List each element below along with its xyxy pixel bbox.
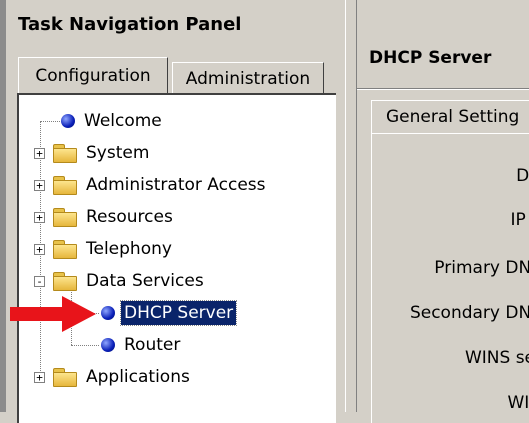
tree-item-label: Data Services [86,271,204,291]
expand-icon[interactable]: + [34,211,45,223]
folder-icon [53,144,77,163]
tab-label: General Setting [386,107,520,127]
tree-connector [40,121,62,122]
tree-item-resources[interactable]: + Resources [34,205,176,229]
tree-item-telephony[interactable]: + Telephony [34,237,175,261]
field-label: Primary DNS [434,258,529,278]
panel-splitter[interactable] [345,0,357,412]
tree-item-label: Administrator Access [86,175,266,195]
page-title: DHCP Server [369,48,492,68]
field-label: DH [516,166,529,186]
blue-ball-icon [61,114,75,128]
folder-icon [53,176,77,195]
tree-item-data-services[interactable]: - Data Services [34,269,207,293]
red-arrow-icon [10,296,96,332]
tree-item-applications[interactable]: + Applications [34,365,193,389]
blue-ball-icon [101,306,115,320]
tree-item-label: Applications [86,367,190,387]
navigation-tree[interactable]: Welcome + System + Administrator Access … [17,93,336,423]
tab-configuration[interactable]: Configuration [18,57,168,93]
folder-open-icon [53,272,77,291]
tree-item-label: Welcome [84,111,162,131]
tree-item-dhcp-server[interactable]: DHCP Server [101,300,238,326]
tree-item-router[interactable]: Router [101,333,183,357]
tree-connector [71,345,99,346]
panel-title: Task Navigation Panel [18,14,242,35]
tree-item-label: DHCP Server [119,300,238,326]
tree-item-label: System [86,143,150,163]
tree-item-label: Router [124,335,181,355]
general-settings-form: DH IP d Primary DNS Secondary DNS WINS s… [371,133,529,423]
field-label: Secondary DNS [409,303,529,323]
divider [357,88,529,90]
field-label: IP d [510,210,529,230]
folder-icon [53,368,77,387]
tab-administration[interactable]: Administration [172,62,324,94]
tree-item-label: Resources [86,207,173,227]
field-label: WINS ser [464,348,529,368]
expand-icon[interactable]: + [34,243,45,255]
field-label: WIN [507,393,529,413]
blue-ball-icon [101,338,115,352]
window-edge [0,0,6,412]
dhcp-server-panel: DHCP Server General Setting DH IP d Prim… [357,0,529,423]
tree-item-welcome[interactable]: Welcome [61,109,165,133]
tree-item-administrator-access[interactable]: + Administrator Access [34,173,269,197]
expand-icon[interactable]: + [34,371,45,383]
expand-icon[interactable]: + [34,179,45,191]
folder-icon [53,240,77,259]
tree-item-label: Telephony [86,239,172,259]
task-navigation-panel: Task Navigation Panel Configuration Admi… [0,0,345,423]
tree-item-system[interactable]: + System [34,141,152,165]
tab-general-settings[interactable]: General Setting [371,100,529,134]
expand-icon[interactable]: + [34,147,45,159]
folder-icon [53,208,77,227]
collapse-icon[interactable]: - [34,275,45,287]
